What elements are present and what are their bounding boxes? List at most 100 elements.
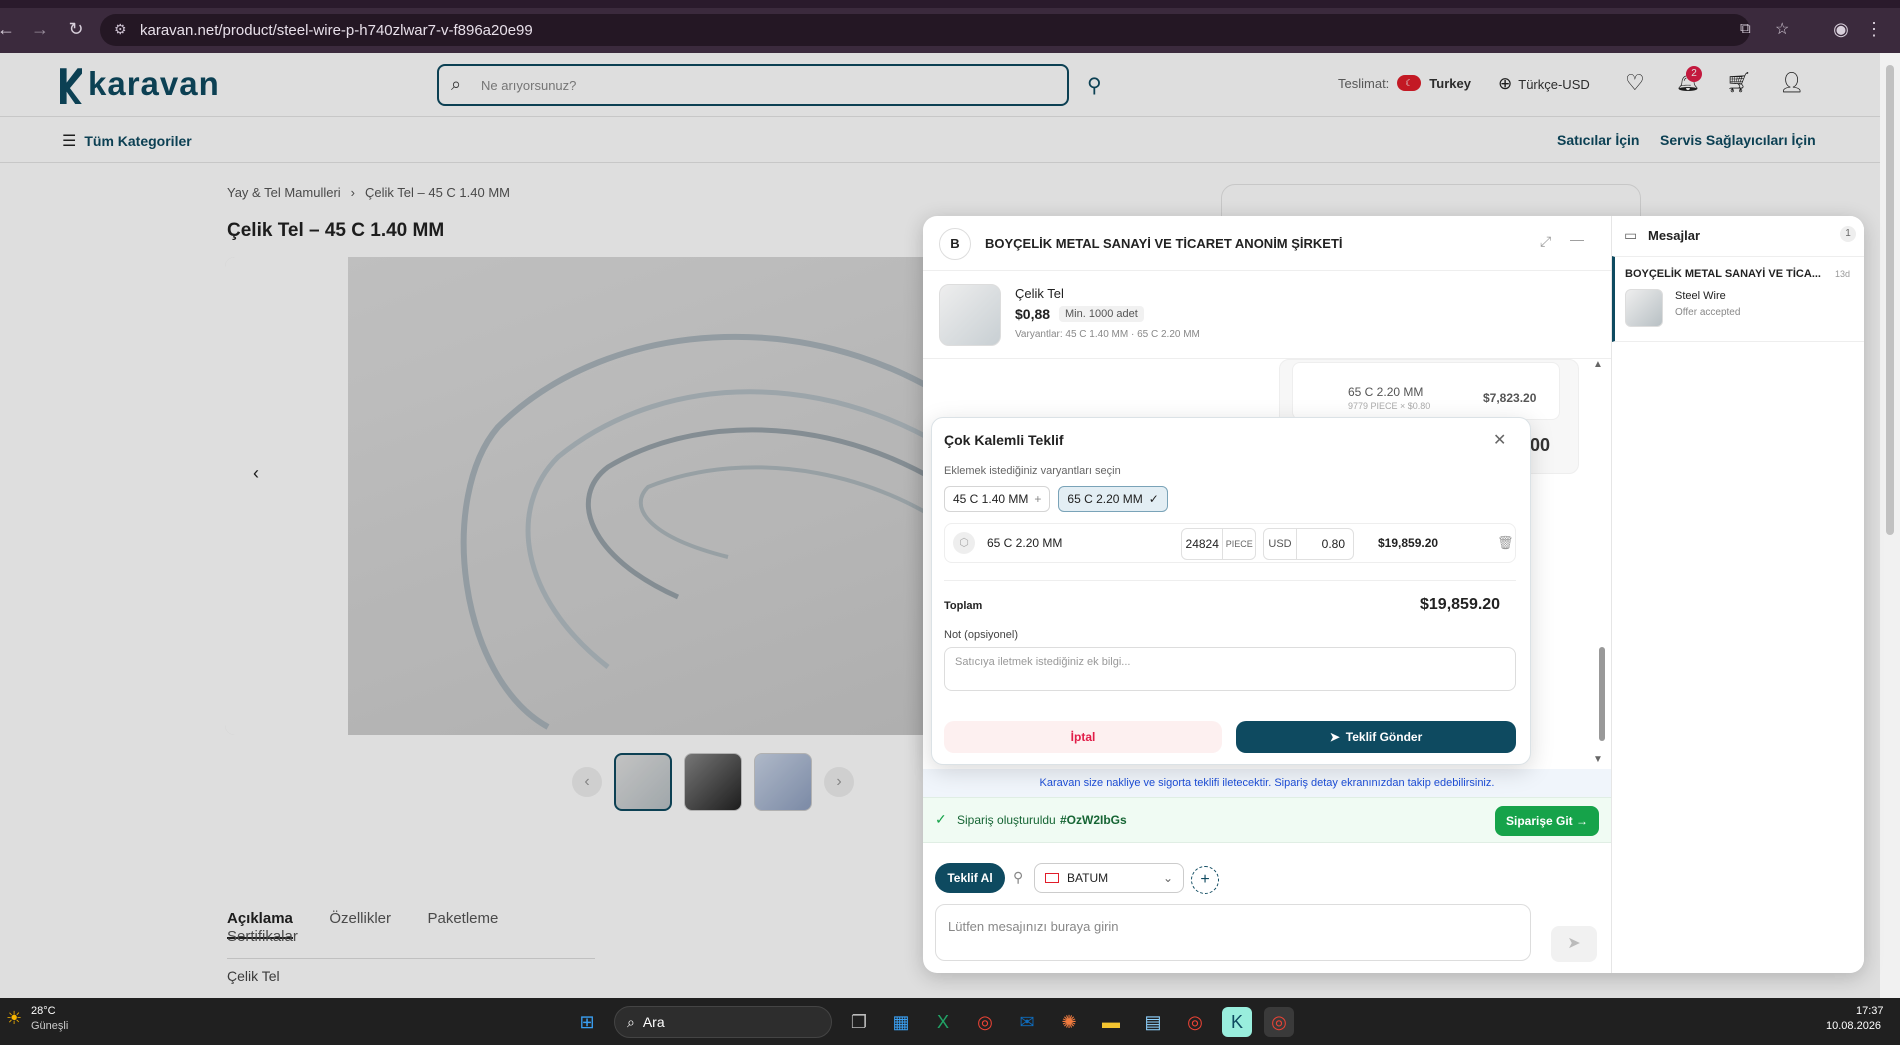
send-offer-button[interactable]: ➤ Teklif Gönder — [1236, 721, 1516, 753]
arrow-right-icon[interactable]: → — [28, 19, 52, 40]
chrome-profile-icon[interactable]: ◎ — [1180, 1007, 1210, 1037]
taskbar-apps: ⊞ ⌕ Ara ❐ ▦ X ◎ ✉ ✺ ▬ ▤ ◎ K ◎ — [572, 1006, 1294, 1038]
conversation-company: BOYÇELİK METAL SANAYİ VE TİCA... — [1625, 268, 1821, 280]
send-icon: ➤ — [1329, 730, 1340, 744]
quantity-unit: PIECE — [1225, 539, 1253, 549]
weather-temp: 28°C — [31, 1005, 56, 1017]
currency-select[interactable]: USD — [1264, 529, 1297, 559]
karavan-app-icon[interactable]: K — [1222, 1007, 1252, 1037]
conversation-product: Steel Wire — [1675, 290, 1726, 302]
order-created-label: Sipariş oluşturuldu — [957, 813, 1056, 827]
page-scroll-thumb[interactable] — [1886, 65, 1894, 535]
line-item-total: $19,859.20 — [1378, 536, 1439, 550]
taskbar-search-label: Ara — [642, 1014, 665, 1030]
file-explorer-icon[interactable]: ▬ — [1096, 1007, 1126, 1037]
price-field: USD 0.80 — [1263, 528, 1354, 560]
messages-title: Mesajlar — [1648, 228, 1701, 243]
trash-icon[interactable]: 🗑︎ — [1497, 535, 1514, 551]
order-line-name: 65 C 2.20 MM — [1348, 385, 1424, 399]
get-quote-button[interactable]: Teklif Al — [935, 863, 1005, 893]
expand-icon[interactable]: ⤢ — [1540, 233, 1551, 250]
reload-icon[interactable]: ↻ — [64, 19, 88, 40]
order-line-total: $7,823.20 — [1483, 391, 1537, 405]
product-thumbnail — [939, 284, 1001, 346]
conversation-thumbnail — [1625, 289, 1663, 327]
variant-chip-45c[interactable]: 45 C 1.40 MM + — [944, 486, 1051, 512]
conversation-status: Offer accepted — [1675, 307, 1741, 318]
variant-chip-65c[interactable]: 65 C 2.20 MM ✓ — [1058, 486, 1168, 512]
note-textarea[interactable]: Satıcıya iletmek istediğiniz ek bilgi... — [944, 647, 1516, 691]
windows-start-icon[interactable]: ⊞ — [572, 1007, 602, 1037]
outlook-icon[interactable]: ✉ — [1012, 1007, 1042, 1037]
location-pin-icon: ⚲ — [1013, 869, 1024, 885]
location-select[interactable]: BATUM ⌄ — [1034, 863, 1184, 893]
chat-product-card: Çelik Tel $0,88 Min. 1000 adet Varyantla… — [923, 271, 1611, 359]
chrome-active-icon[interactable]: ◎ — [1264, 1007, 1294, 1037]
excel-icon[interactable]: X — [928, 1007, 958, 1037]
clock-date: 10.08.2026 — [1826, 1020, 1882, 1032]
total-label: Toplam — [944, 600, 983, 612]
scroll-down-arrow[interactable]: ▼ — [1593, 754, 1603, 765]
add-location-button[interactable]: + — [1191, 866, 1219, 894]
task-view-icon[interactable]: ❐ — [844, 1007, 874, 1037]
bookmark-star-icon[interactable]: ☆ — [1775, 19, 1789, 39]
check-icon: ✓ — [1148, 492, 1159, 506]
tab-strip — [0, 0, 1900, 8]
package-icon: ⬡ — [953, 532, 975, 554]
weather-sun-icon[interactable]: ☀ — [6, 1008, 22, 1029]
minimize-icon[interactable]: — — [1570, 231, 1584, 247]
install-app-icon[interactable]: ⧉ — [1740, 20, 1751, 37]
remote-desktop-icon[interactable]: ▤ — [1138, 1007, 1168, 1037]
info-banner: Karavan size nakliye ve sigorta teklifi … — [923, 769, 1611, 797]
unit-price-input[interactable]: 0.80 — [1297, 537, 1353, 551]
modal-subtitle: Eklemek istediğiniz varyantları seçin — [944, 465, 1121, 477]
taskbar: ☀ 28°C Güneşli ⊞ ⌕ Ara ❐ ▦ X ◎ ✉ ✺ ▬ ▤ ◎… — [0, 998, 1900, 1045]
cancel-button[interactable]: İptal — [944, 721, 1222, 753]
store-icon[interactable]: ▦ — [886, 1007, 916, 1037]
total-value: $19,859.20 — [1420, 596, 1501, 613]
quantity-input[interactable]: 24824 — [1182, 529, 1224, 559]
chat-bubble-icon: ▭ — [1624, 227, 1638, 243]
check-circle-icon: ✓ — [935, 811, 947, 827]
min-order-badge: Min. 1000 adet — [1059, 306, 1144, 322]
plus-icon: + — [1034, 492, 1042, 506]
order-line: 65 C 2.20 MM 9779 PIECE × $0.80 $7,823.2… — [1292, 362, 1560, 420]
send-offer-label: Teklif Gönder — [1345, 730, 1423, 744]
go-to-order-button[interactable]: Siparişe Git → — [1495, 806, 1599, 836]
profile-icon[interactable]: ◉ — [1829, 19, 1853, 40]
conversation-time: 13d — [1835, 269, 1851, 279]
arrow-left-icon[interactable]: ← — [0, 19, 18, 40]
multi-item-offer-modal: Çok Kalemli Teklif ✕ Eklemek istediğiniz… — [931, 417, 1531, 765]
note-label: Not (opsiyonel) — [944, 629, 1018, 641]
conversation-item[interactable]: BOYÇELİK METAL SANAYİ VE TİCA... 13d Ste… — [1612, 256, 1864, 342]
clock-time: 17:37 — [1856, 1005, 1884, 1017]
message-input[interactable]: Lütfen mesajınızı buraya girin — [935, 904, 1531, 961]
order-created-bar: ✓ Sipariş oluşturuldu #OzW2IbGs Siparişe… — [923, 797, 1611, 843]
url-text: karavan.net/product/steel-wire-p-h740zlw… — [140, 21, 533, 39]
avatar: B — [939, 228, 971, 260]
chevron-down-icon: ⌄ — [1162, 871, 1173, 885]
site-settings-icon[interactable]: ⚙ — [114, 21, 127, 38]
location-value: BATUM — [1067, 871, 1109, 885]
chip-label: 45 C 1.40 MM — [953, 492, 1029, 506]
menu-dots-icon[interactable]: ⋮ — [1862, 19, 1886, 40]
search-icon: ⌕ — [627, 1013, 635, 1030]
chip-label: 65 C 2.20 MM — [1067, 492, 1143, 506]
scroll-up-arrow[interactable]: ▲ — [1593, 359, 1603, 370]
modal-title: Çok Kalemli Teklif — [944, 432, 1064, 448]
claude-icon[interactable]: ✺ — [1054, 1007, 1084, 1037]
divider — [944, 580, 1516, 581]
close-icon[interactable]: ✕ — [1493, 430, 1506, 450]
variant-list: Varyantlar: 45 C 1.40 MM · 65 C 2.20 MM — [1015, 329, 1200, 340]
taskbar-search[interactable]: ⌕ Ara — [614, 1006, 832, 1038]
messages-count: 1 — [1840, 226, 1856, 242]
address-bar[interactable]: ⚙ karavan.net/product/steel-wire-p-h740z… — [100, 14, 1789, 46]
quantity-field: 24824 PIECE — [1181, 528, 1256, 560]
georgia-flag-icon — [1045, 873, 1059, 883]
chat-scroll-thumb[interactable] — [1599, 647, 1605, 741]
send-button[interactable]: ➤ — [1551, 926, 1597, 962]
order-id: #OzW2IbGs — [1060, 813, 1127, 827]
chrome-icon[interactable]: ◎ — [970, 1007, 1000, 1037]
weather-desc: Güneşli — [31, 1020, 69, 1032]
line-item-name: 65 C 2.20 MM — [987, 536, 1063, 550]
